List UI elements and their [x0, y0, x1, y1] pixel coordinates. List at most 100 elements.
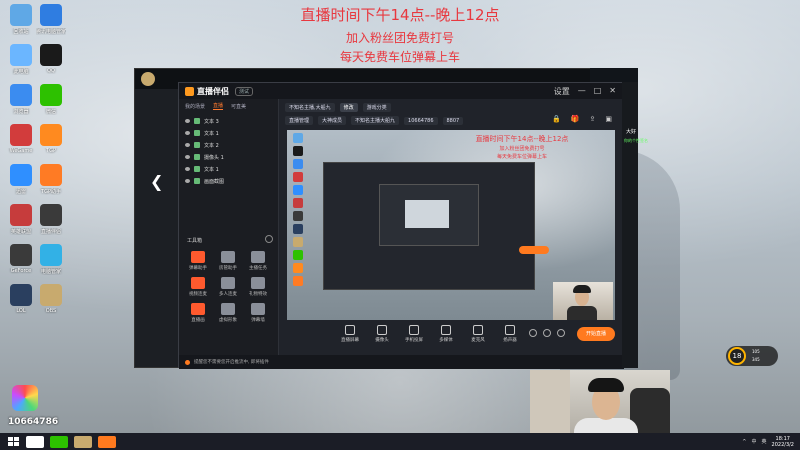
status-text: 提醒您不需要您开启推流中, 即将插件	[194, 360, 269, 365]
live-studio-window: 直播伴侣 测试 设置 — □ ✕ 我的场景 直播 可直美 文本 3 文本 1 文本 …	[178, 82, 624, 369]
windows-start-icon[interactable]	[8, 436, 20, 447]
desktop-icon[interactable]: GeForce	[6, 244, 36, 274]
system-tray: ^ 中 英 18:17 2022/3/2	[742, 436, 800, 448]
record-icon[interactable]	[529, 329, 537, 337]
toolbox-more-icon[interactable]	[265, 235, 273, 243]
tab-live[interactable]: 直播	[213, 102, 224, 110]
desktop-icon[interactable]: WeGame	[6, 124, 36, 154]
tool-button[interactable]: 房管助手	[213, 251, 243, 271]
screenshot-icon[interactable]: ▣	[605, 115, 612, 123]
add-source-button[interactable]: 多媒体	[435, 325, 457, 343]
banner-schedule: 直播时间下午14点--晚上12点	[300, 6, 500, 24]
source-item[interactable]: 摄像头 1	[179, 151, 278, 163]
desktop-icon[interactable]: 腾讯电脑管家	[36, 4, 66, 35]
banner-free-seat: 每天免费车位弹幕上车	[339, 50, 460, 64]
preview-banner-schedule: 直播时间下午14点--晚上12点	[475, 135, 569, 143]
taskbar-app-icon[interactable]	[98, 435, 116, 448]
add-source-button[interactable]: 摄像头	[371, 325, 393, 343]
eye-icon[interactable]	[185, 179, 190, 183]
eye-icon[interactable]	[185, 167, 190, 171]
source-add-icon	[345, 325, 355, 335]
preview-banner: 直播时间下午14点--晚上12点 加入粉丝团免费打号 每天免费车位弹幕上车	[447, 134, 597, 160]
eye-icon[interactable]	[185, 143, 190, 147]
tool-icon	[251, 251, 265, 263]
source-item[interactable]: 文本 3	[179, 115, 278, 127]
app-logo: 直播伴侣	[185, 86, 229, 97]
tool-icon	[221, 277, 235, 289]
desktop-icon[interactable]: 迅雷	[6, 164, 36, 195]
desktop-icon[interactable]: QQ	[36, 44, 66, 74]
eye-icon[interactable]	[185, 131, 190, 135]
tool-button[interactable]: 虚拟形象	[213, 303, 243, 323]
clock[interactable]: 18:17 2022/3/2	[772, 436, 794, 448]
source-item[interactable]: 文本 1	[179, 163, 278, 175]
taskbar-app-icon[interactable]	[74, 435, 92, 448]
desktop-icon-label: TGP	[46, 148, 56, 154]
stream-title-field[interactable]: 不知名主播,大船九	[285, 103, 335, 112]
lock-icon[interactable]: 🔒	[552, 115, 561, 123]
tool-button[interactable]: 直播画	[183, 303, 213, 323]
tool-button[interactable]: 礼物特效	[243, 277, 273, 297]
eye-icon[interactable]	[543, 329, 551, 337]
edit-title-button[interactable]: 修改	[339, 103, 358, 112]
taskbar-app-icon[interactable]	[26, 435, 44, 448]
add-source-button[interactable]: 直播屏幕	[339, 325, 361, 343]
tab-beauty[interactable]: 可直美	[231, 103, 246, 110]
tray-lang[interactable]: 英	[762, 438, 767, 445]
chevron-left-icon[interactable]: ❮	[150, 172, 164, 191]
source-type-icon	[194, 142, 200, 148]
source-add-icon	[473, 325, 483, 335]
desktop-icon[interactable]: 英雄联盟	[6, 204, 36, 235]
tool-icon	[191, 303, 205, 315]
tray-ime[interactable]: 中	[752, 438, 757, 445]
version-badge: 测试	[235, 86, 254, 96]
minimize-button[interactable]: —	[578, 86, 586, 97]
tool-label: 礼物特效	[249, 292, 267, 297]
app-icon	[10, 244, 32, 266]
desktop-icon[interactable]: TGP助手	[36, 164, 66, 195]
gift-icon[interactable]: 🎁	[571, 115, 580, 123]
share-icon[interactable]: ⇪	[590, 115, 596, 123]
tool-button[interactable]: 主播任务	[243, 251, 273, 271]
desktop-icon-label: GeForce	[10, 268, 32, 274]
add-source-button[interactable]: 麦克风	[467, 325, 489, 343]
eye-icon[interactable]	[185, 155, 190, 159]
close-button[interactable]: ✕	[609, 86, 616, 97]
tool-label: 直播画	[191, 318, 205, 323]
source-label: 文本 2	[204, 142, 219, 149]
desktop-icon[interactable]: 回收站	[6, 4, 36, 35]
room-label: 大神成员	[318, 116, 347, 125]
tool-icon	[221, 303, 235, 315]
desktop-icon[interactable]: 直播伴侣	[36, 204, 66, 235]
gear-icon[interactable]	[557, 329, 565, 337]
category-select[interactable]: 游戏分类	[362, 103, 391, 112]
taskbar-app-icon[interactable]	[50, 435, 68, 448]
source-item[interactable]: 文本 1	[179, 127, 278, 139]
desktop-icon[interactable]: OBS	[36, 284, 66, 314]
desktop-icon[interactable]: 电脑管家	[36, 244, 66, 275]
preview-canvas[interactable]: 直播时间下午14点--晚上12点 加入粉丝团免费打号 每天免费车位弹幕上车	[287, 130, 615, 320]
live-manage-button[interactable]: 直播管理	[285, 116, 314, 125]
desktop-icon[interactable]: 此电脑	[6, 44, 36, 75]
desktop-icon[interactable]: 微信	[36, 84, 66, 115]
desktop-icon[interactable]: LOL	[6, 284, 36, 314]
add-source-label: 直播屏幕	[341, 338, 359, 343]
desktop-icon[interactable]: TGP	[36, 124, 66, 154]
tool-button[interactable]: 弹幕墙	[243, 303, 273, 323]
tool-button[interactable]: 视频连麦	[183, 277, 213, 297]
settings-button[interactable]: 设置	[554, 86, 570, 97]
eye-icon[interactable]	[185, 119, 190, 123]
start-live-button[interactable]: 开始直播	[577, 327, 615, 341]
add-source-button[interactable]: 扬声器	[499, 325, 521, 343]
tool-button[interactable]: 弹幕助手	[183, 251, 213, 271]
maximize-button[interactable]: □	[594, 86, 602, 97]
tool-button[interactable]: 多人连麦	[213, 277, 243, 297]
add-source-button[interactable]: 手机投屏	[403, 325, 425, 343]
source-item[interactable]: 文本 2	[179, 139, 278, 151]
taskbar-apps	[20, 435, 116, 448]
source-item[interactable]: 画面截图	[179, 175, 278, 187]
tab-my-scenes[interactable]: 我的场景	[185, 103, 205, 110]
desktop-icon[interactable]: 浏览器	[6, 84, 36, 115]
desktop-icon-label: 英雄联盟	[10, 229, 31, 235]
tray-arrow[interactable]: ^	[742, 439, 746, 445]
